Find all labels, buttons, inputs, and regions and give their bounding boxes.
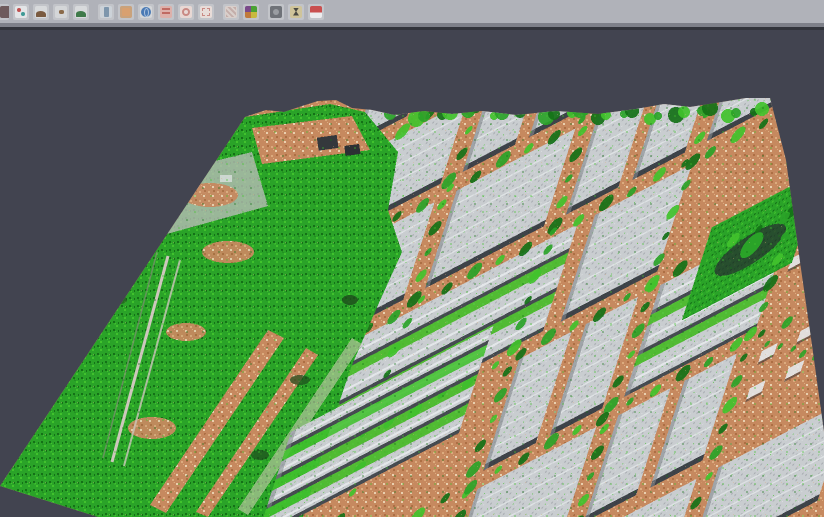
dem-brown-icon-glyph <box>35 6 47 18</box>
clipped-tool-icon-glyph <box>0 6 9 18</box>
toolbar-group <box>0 4 89 20</box>
camera-icon-glyph <box>270 6 282 18</box>
3d-viewport[interactable] <box>0 0 824 517</box>
eraser-icon[interactable] <box>308 4 324 20</box>
ring-tool-icon[interactable] <box>178 4 194 20</box>
dem-green-icon[interactable] <box>73 4 89 20</box>
profile-icon-glyph <box>100 6 112 18</box>
raster-icon-glyph <box>225 6 237 18</box>
application-window <box>0 0 824 517</box>
toolbar <box>0 0 824 23</box>
classify-points-icon[interactable] <box>13 4 29 20</box>
dem-green-icon-glyph <box>75 6 87 18</box>
classification-palette-icon-glyph <box>245 6 257 18</box>
hourglass-icon-glyph <box>290 6 302 18</box>
eraser-icon-glyph <box>310 6 322 18</box>
viewport-canvas[interactable] <box>0 0 824 517</box>
classification-palette-icon[interactable] <box>243 4 259 20</box>
globe-icon[interactable] <box>138 4 154 20</box>
toolbar-group <box>98 4 214 20</box>
globe-icon-glyph <box>140 6 152 18</box>
ortho-icon[interactable] <box>118 4 134 20</box>
layers-icon-glyph <box>160 6 172 18</box>
dem-brown-icon[interactable] <box>33 4 49 20</box>
layers-icon[interactable] <box>158 4 174 20</box>
toolbar-separator <box>0 27 824 30</box>
ring-tool-icon-glyph <box>180 6 192 18</box>
raster-icon[interactable] <box>223 4 239 20</box>
crop-icon-glyph <box>200 6 212 18</box>
camera-icon[interactable] <box>268 4 284 20</box>
ortho-icon-glyph <box>120 6 132 18</box>
hourglass-icon[interactable] <box>288 4 304 20</box>
ground-points-icon[interactable] <box>53 4 69 20</box>
clipped-tool-icon[interactable] <box>0 4 9 20</box>
toolbar-group <box>223 4 259 20</box>
classify-points-icon-glyph <box>15 6 27 18</box>
ground-points-icon-glyph <box>55 6 67 18</box>
profile-icon[interactable] <box>98 4 114 20</box>
crop-icon[interactable] <box>198 4 214 20</box>
toolbar-group <box>268 4 324 20</box>
